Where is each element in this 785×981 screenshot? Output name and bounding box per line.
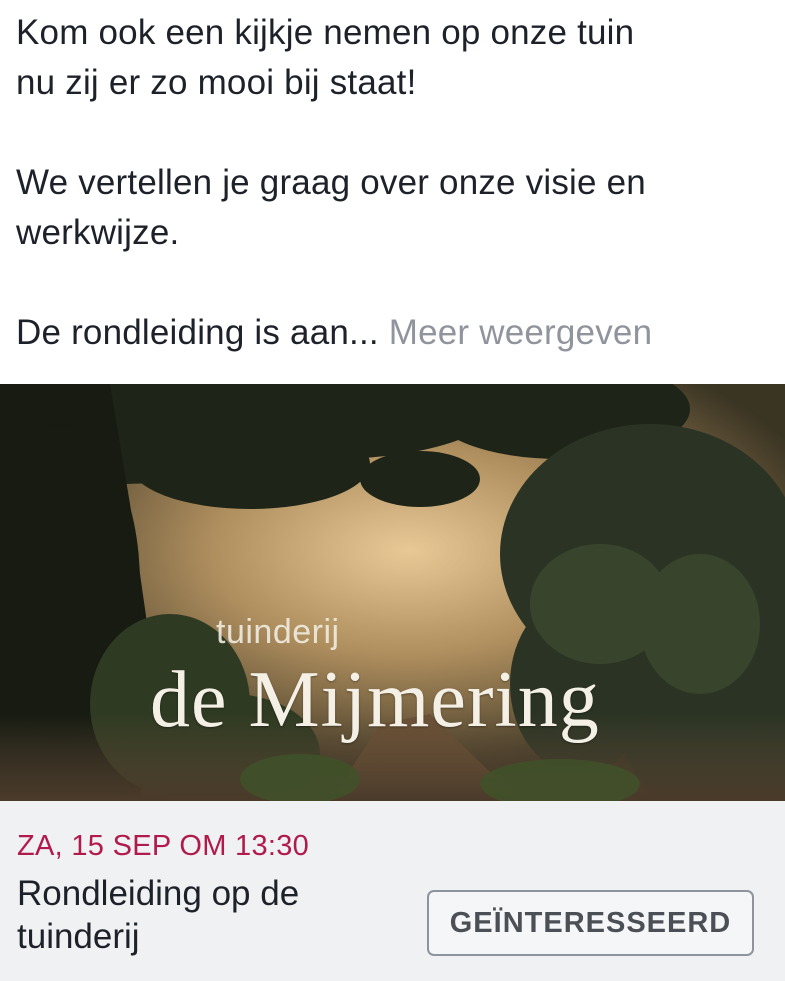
post-text-line: Kom ook een kijkje nemen op onze tuin	[16, 13, 635, 52]
post-text-truncated: De rondleiding is aan...	[16, 313, 379, 352]
see-more-link[interactable]: Meer weergeven	[389, 313, 653, 352]
event-title[interactable]: Rondleiding op de tuinderij	[17, 872, 397, 958]
post-text-line: werkwijze.	[16, 213, 180, 252]
cover-title: de Mijmering	[150, 656, 600, 744]
event-date: ZA, 15 SEP OM 13:30	[17, 830, 310, 862]
post-text-line: De rondleiding is aan... Meer weergeven	[16, 308, 776, 358]
post-text: Kom ook een kijkje nemen op onze tuin nu…	[16, 8, 776, 358]
post-text-line: We vertellen je graag over onze visie en	[16, 163, 646, 202]
cover-subtitle: tuinderij	[216, 613, 340, 651]
interested-button[interactable]: GEÏNTERESSEERD	[427, 890, 754, 956]
post-text-line: nu zij er zo mooi bij staat!	[16, 63, 417, 102]
